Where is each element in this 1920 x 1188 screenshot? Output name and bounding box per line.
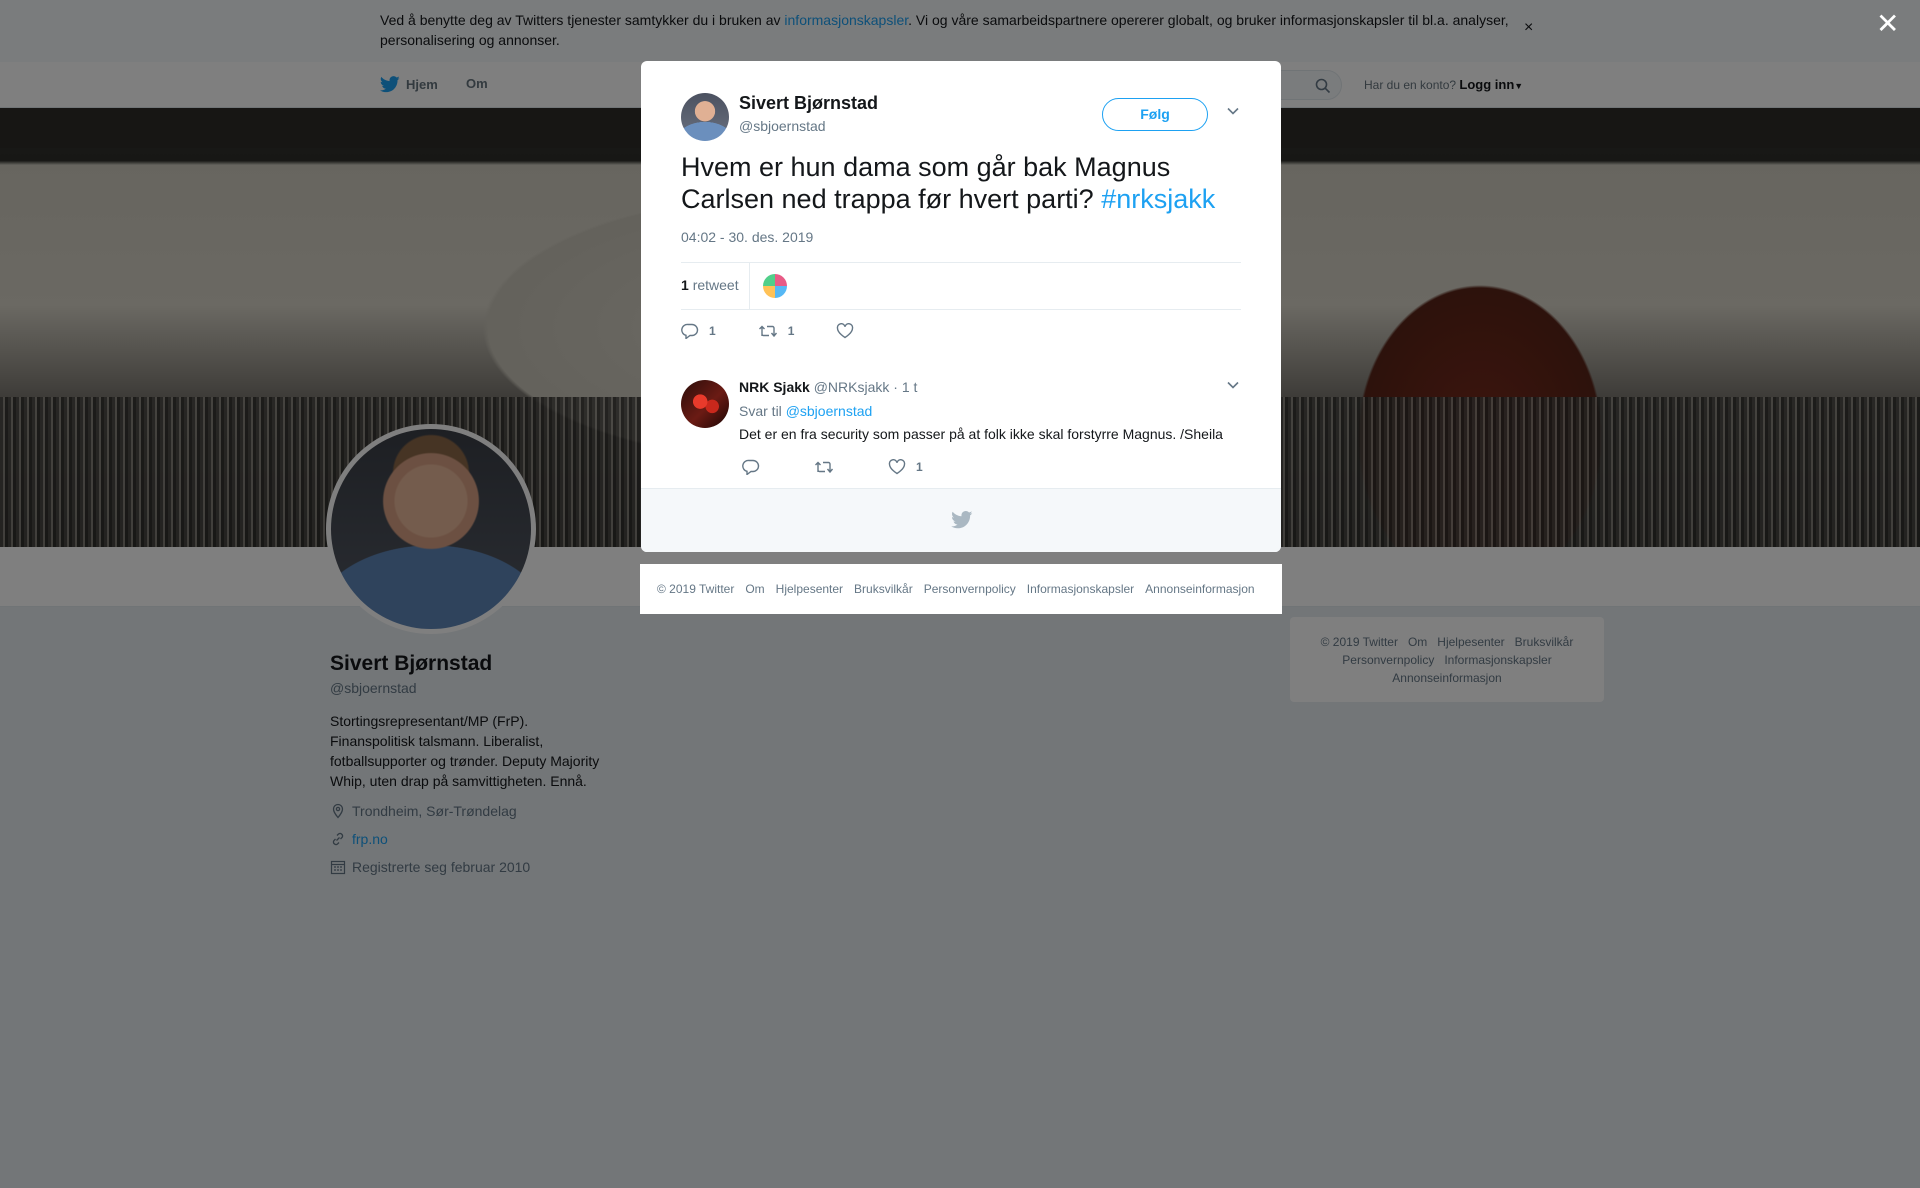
heart-icon bbox=[888, 459, 906, 475]
footer-link-terms[interactable]: Bruksvilkår bbox=[854, 582, 913, 596]
footer-link-privacy[interactable]: Personvernpolicy bbox=[924, 582, 1016, 596]
retweet-button[interactable] bbox=[814, 459, 844, 475]
retweet-button[interactable]: 1 bbox=[758, 323, 794, 339]
tweet-stats: 1 retweet bbox=[681, 262, 1241, 310]
retweeter-avatar[interactable] bbox=[763, 274, 787, 298]
footer-copyright: © 2019 Twitter bbox=[657, 582, 735, 596]
reply-icon bbox=[681, 323, 699, 339]
close-icon[interactable]: ✕ bbox=[1876, 10, 1899, 38]
reply-button[interactable] bbox=[742, 459, 770, 475]
reply-icon bbox=[742, 459, 760, 475]
tweet-text: Hvem er hun dama som går bak Magnus Carl… bbox=[681, 152, 1216, 214]
footer-link-ads-info[interactable]: Annonseinformasjon bbox=[1145, 582, 1254, 596]
reply-to-handle-link[interactable]: @sbjoernstad bbox=[786, 403, 873, 419]
modal-footer: © 2019 Twitter Om Hjelpesenter Bruksvilk… bbox=[640, 564, 1282, 614]
tweet-author-handle[interactable]: @sbjoernstad bbox=[739, 118, 826, 134]
twitter-bird-icon bbox=[951, 511, 973, 529]
reply-author-handle[interactable]: @NRKsjakk bbox=[814, 379, 890, 395]
like-button[interactable] bbox=[836, 323, 864, 339]
like-button[interactable]: 1 bbox=[888, 459, 923, 475]
reply-time[interactable]: · 1 t bbox=[893, 379, 917, 395]
tweet-timestamp[interactable]: 04:02 - 30. des. 2019 bbox=[681, 229, 813, 245]
retweet-icon bbox=[815, 461, 834, 474]
retweet-icon bbox=[758, 325, 777, 338]
footer-link-about[interactable]: Om bbox=[745, 582, 764, 596]
reply-header: NRK Sjakk @NRKsjakk · 1 t bbox=[739, 379, 917, 395]
retweet-count-link[interactable]: 1 retweet bbox=[681, 277, 739, 293]
tweet-actions: 1 1 bbox=[681, 319, 906, 343]
modal-overlay[interactable]: ✕ Sivert Bjørnstad @sbjoernstad Følg Hve… bbox=[0, 0, 1920, 1188]
reply-text: Det er en fra security som passer på at … bbox=[739, 426, 1223, 442]
footer-link-cookies[interactable]: Informasjonskapsler bbox=[1027, 582, 1134, 596]
chevron-down-icon[interactable] bbox=[1226, 106, 1240, 116]
tweet-author-name[interactable]: Sivert Bjørnstad bbox=[739, 93, 878, 114]
reply-author-name[interactable]: NRK Sjakk bbox=[739, 379, 810, 395]
tweet-modal: Sivert Bjørnstad @sbjoernstad Følg Hvem … bbox=[641, 61, 1281, 552]
tweet-author-avatar[interactable] bbox=[681, 93, 729, 141]
reply-button[interactable]: 1 bbox=[681, 323, 716, 339]
reply-actions: 1 bbox=[742, 459, 967, 475]
reply-to: Svar til @sbjoernstad bbox=[739, 403, 873, 419]
hashtag-link[interactable]: #nrksjakk bbox=[1101, 184, 1215, 214]
modal-bottom-bar bbox=[641, 488, 1281, 552]
footer-link-help[interactable]: Hjelpesenter bbox=[776, 582, 843, 596]
chevron-down-icon[interactable] bbox=[1226, 380, 1240, 390]
follow-button[interactable]: Følg bbox=[1102, 98, 1208, 131]
heart-icon bbox=[837, 323, 854, 339]
reply-author-avatar[interactable] bbox=[681, 380, 729, 428]
